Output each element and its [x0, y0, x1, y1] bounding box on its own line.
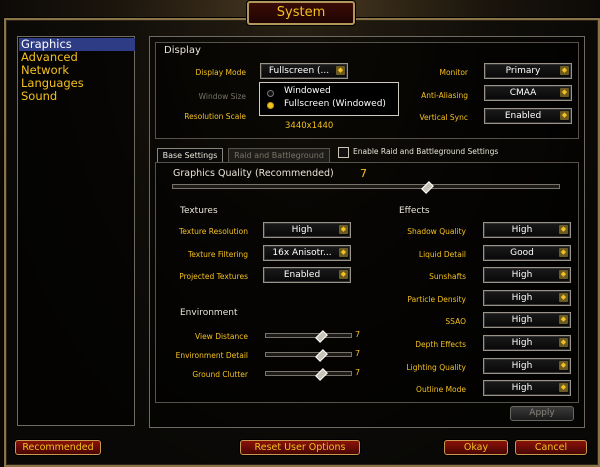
category-sound[interactable]: Sound: [19, 90, 135, 103]
enable-raid-checkbox[interactable]: [338, 147, 349, 158]
dropdown-arrow-icon: [559, 381, 568, 394]
textures-header: Textures: [180, 206, 218, 216]
anti-aliasing-dropdown[interactable]: CMAA: [484, 85, 572, 101]
window-size-label: Window Size: [198, 92, 246, 101]
view-distance-value: 7: [355, 330, 361, 339]
tab-raid-battleground[interactable]: Raid and Battleground: [228, 148, 330, 163]
liquid-detail-value: Good: [510, 247, 534, 258]
reset-user-options-button[interactable]: Reset User Options: [240, 440, 360, 455]
environment-header: Environment: [180, 308, 238, 318]
sunshafts-value: High: [511, 270, 533, 281]
ground-clutter-slider[interactable]: [265, 371, 352, 376]
dropdown-arrow-icon: [559, 359, 568, 372]
view-distance-label: View Distance: [195, 332, 248, 341]
dropdown-arrow-icon: [339, 268, 348, 281]
lighting-quality-value: High: [511, 360, 533, 371]
view-distance-slider[interactable]: [265, 333, 352, 338]
resolution-scale-label: Resolution Scale: [184, 112, 246, 121]
display-mode-value: Fullscreen (...: [268, 66, 330, 76]
particle-density-value: High: [511, 292, 533, 303]
display-mode-label: Display Mode: [195, 68, 246, 77]
shadow-quality-value: High: [511, 225, 533, 235]
okay-button[interactable]: Okay: [444, 440, 508, 455]
graphics-quality-slider[interactable]: [172, 184, 560, 189]
windowed-radio[interactable]: [267, 90, 274, 97]
category-list: Graphics Advanced Network Languages Soun…: [17, 36, 135, 426]
lighting-quality-dropdown[interactable]: High: [483, 357, 571, 374]
sunshafts-label: Sunshafts: [429, 272, 466, 282]
environment-detail-label: Environment Detail: [175, 351, 248, 360]
dropdown-arrow-icon: [559, 223, 568, 236]
ssao-label: SSAO: [445, 317, 466, 327]
texture-resolution-value: High: [291, 225, 313, 235]
projected-textures-label: Projected Textures: [179, 272, 248, 281]
sunshafts-dropdown[interactable]: High: [483, 267, 571, 284]
shadow-quality-label: Shadow Quality: [407, 227, 466, 236]
ground-clutter-label: Ground Clutter: [192, 370, 248, 379]
dropdown-arrow-icon: [559, 313, 568, 326]
texture-filtering-label: Texture Filtering: [187, 250, 248, 259]
window-title: System: [247, 1, 355, 25]
dropdown-arrow-icon: [560, 86, 569, 99]
liquid-detail-label: Liquid Detail: [418, 249, 466, 259]
apply-button[interactable]: Apply: [510, 406, 574, 421]
graphics-quality-value: 7: [360, 167, 367, 180]
depth-effects-dropdown[interactable]: High: [483, 335, 571, 351]
graphics-quality-label: Graphics Quality (Recommended): [173, 168, 334, 179]
ssao-dropdown[interactable]: High: [483, 312, 571, 329]
dropdown-arrow-icon: [560, 109, 569, 122]
monitor-value: Primary: [505, 66, 541, 76]
display-header: Display: [164, 45, 201, 56]
display-mode-options: Windowed Fullscreen (Windowed): [259, 82, 399, 116]
texture-filtering-value: 16x Anisotr...: [272, 248, 332, 258]
ground-clutter-value: 7: [355, 368, 361, 377]
dropdown-arrow-icon: [559, 246, 568, 259]
outline-mode-dropdown[interactable]: High: [483, 380, 571, 397]
anti-aliasing-value: CMAA: [509, 88, 537, 98]
outline-mode-label: Outline Mode: [416, 385, 466, 395]
projected-textures-dropdown[interactable]: Enabled: [263, 267, 351, 283]
fullscreen-windowed-radio[interactable]: [267, 102, 274, 109]
dropdown-arrow-icon: [560, 64, 569, 77]
texture-resolution-label: Texture Resolution: [178, 227, 248, 236]
option-fullscreen-windowed[interactable]: Fullscreen (Windowed): [284, 99, 386, 109]
tab-base-settings[interactable]: Base Settings: [157, 148, 223, 163]
dropdown-arrow-icon: [336, 64, 345, 77]
dropdown-arrow-icon: [559, 336, 568, 349]
cancel-button[interactable]: Cancel: [515, 440, 587, 455]
particle-density-label: Particle Density: [407, 294, 466, 304]
resolution-value: 3440x1440: [285, 121, 334, 131]
vertical-sync-dropdown[interactable]: Enabled: [484, 108, 572, 124]
lighting-quality-label: Lighting Quality: [406, 362, 467, 372]
dropdown-arrow-icon: [559, 291, 568, 304]
environment-detail-value: 7: [355, 349, 361, 358]
monitor-dropdown[interactable]: Primary: [484, 63, 572, 79]
shadow-quality-dropdown[interactable]: High: [483, 222, 571, 238]
dropdown-arrow-icon: [339, 223, 348, 236]
effects-header: Effects: [399, 206, 430, 216]
monitor-label: Monitor: [439, 68, 468, 77]
display-mode-dropdown[interactable]: Fullscreen (...: [260, 63, 348, 79]
texture-resolution-dropdown[interactable]: High: [263, 222, 351, 238]
dropdown-arrow-icon: [559, 268, 568, 281]
option-windowed[interactable]: Windowed: [284, 86, 331, 96]
environment-detail-slider[interactable]: [265, 352, 352, 357]
particle-density-dropdown[interactable]: High: [483, 289, 571, 306]
vertical-sync-value: Enabled: [504, 111, 542, 121]
recommended-button[interactable]: Recommended: [15, 440, 101, 455]
liquid-detail-dropdown[interactable]: Good: [483, 244, 571, 261]
depth-effects-label: Depth Effects: [415, 340, 466, 349]
outline-mode-value: High: [511, 383, 533, 394]
depth-effects-value: High: [511, 338, 533, 348]
dropdown-arrow-icon: [339, 246, 348, 259]
enable-raid-label: Enable Raid and Battleground Settings: [353, 147, 499, 156]
projected-textures-value: Enabled: [283, 270, 321, 280]
texture-filtering-dropdown[interactable]: 16x Anisotr...: [263, 245, 351, 261]
ssao-value: High: [511, 315, 533, 326]
